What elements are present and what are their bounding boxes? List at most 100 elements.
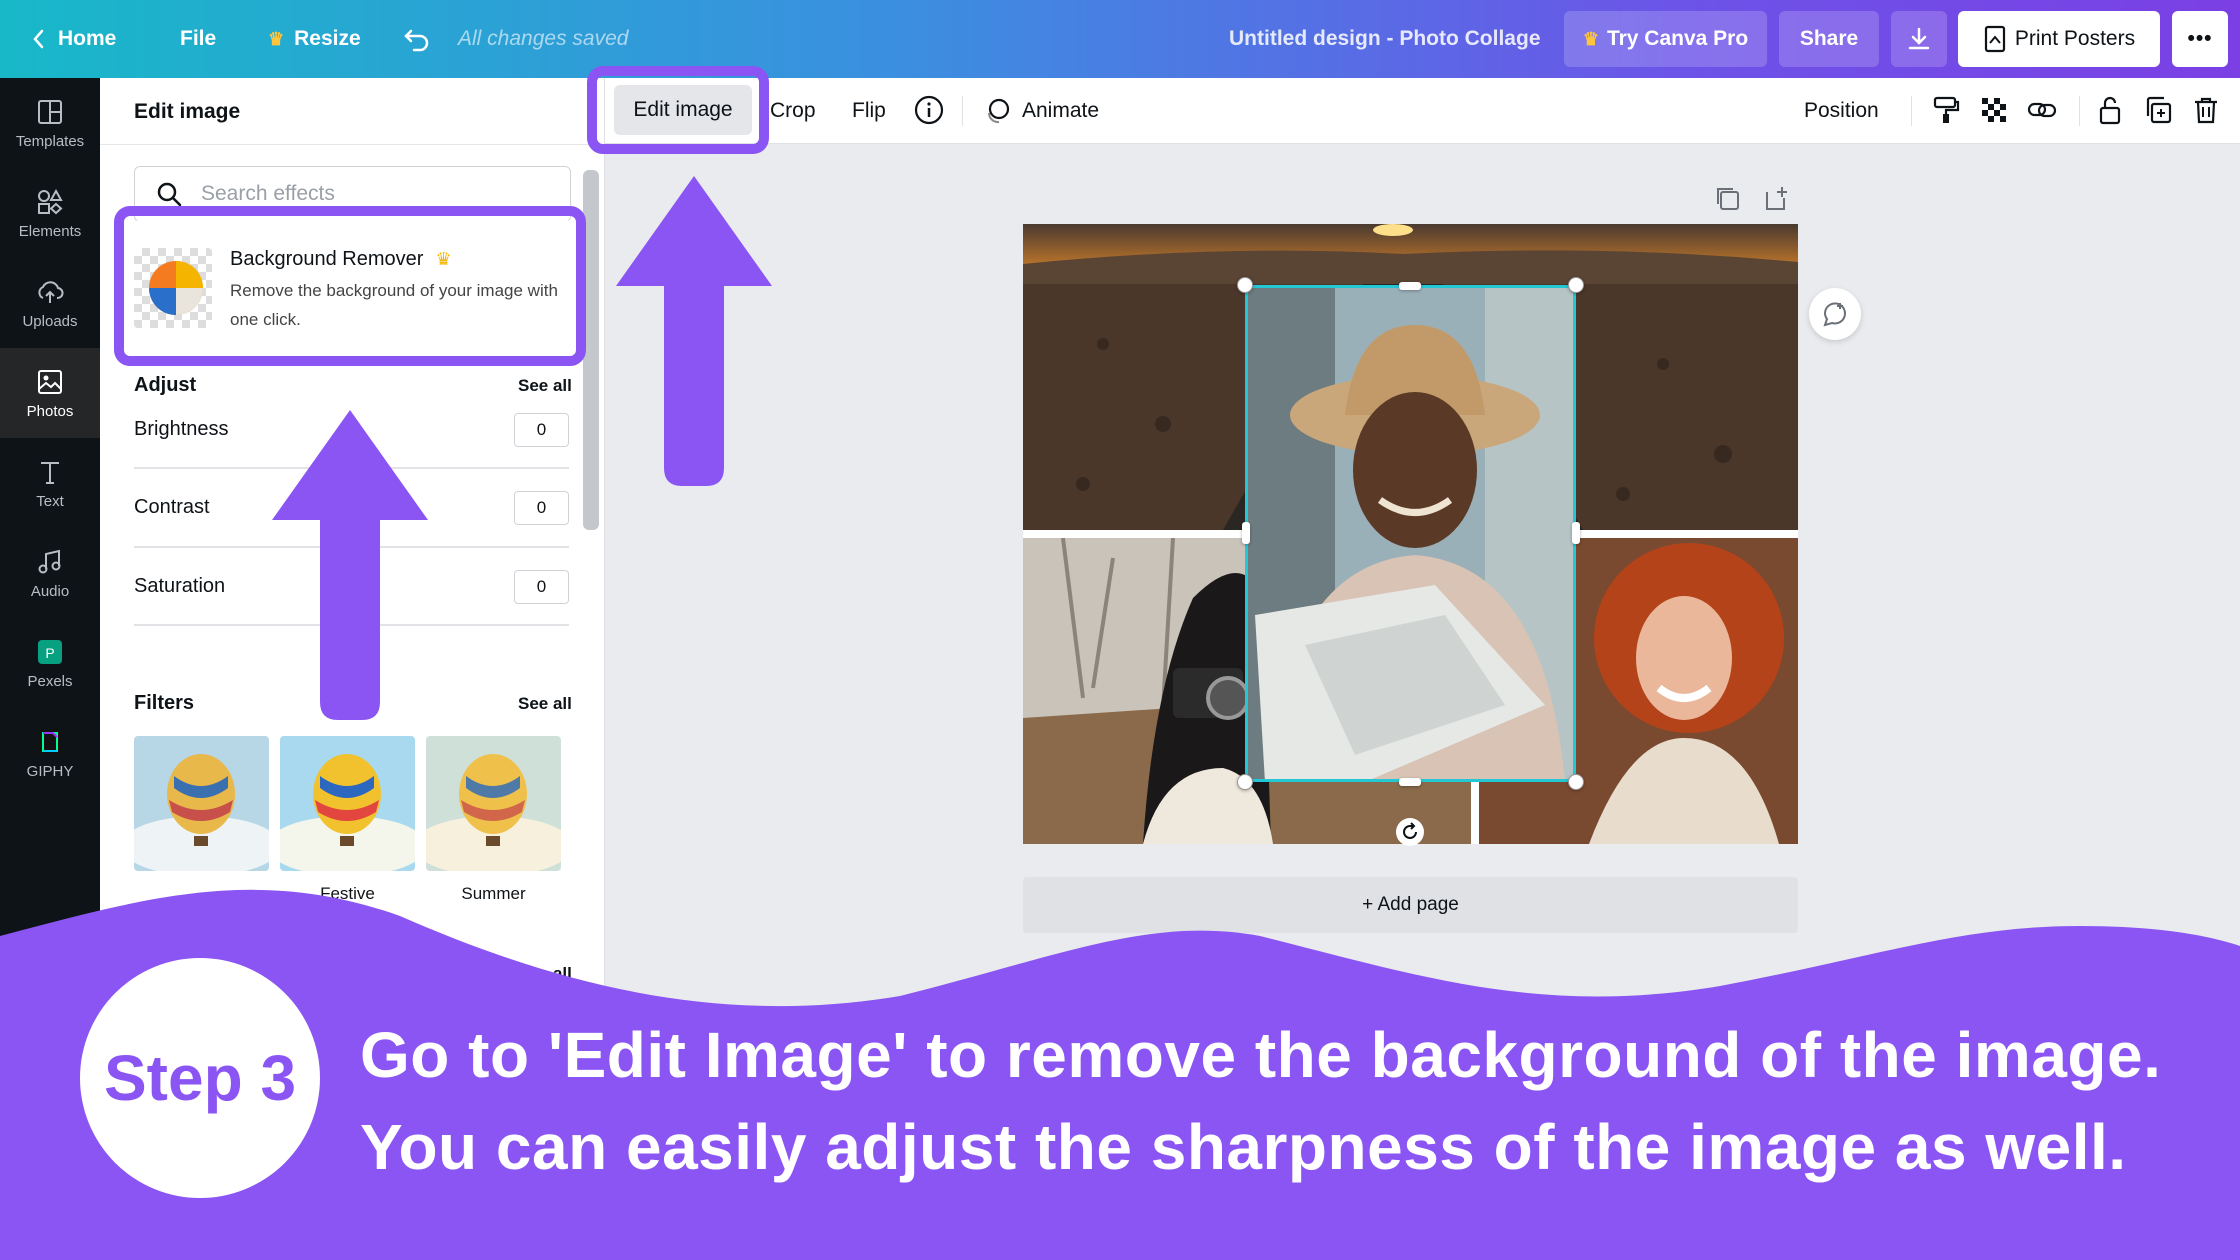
- resize-handle[interactable]: [1237, 774, 1253, 790]
- uploads-icon: [38, 280, 64, 303]
- print-posters-button[interactable]: Print Posters: [1958, 11, 2160, 67]
- image-selection-box[interactable]: [1245, 285, 1576, 782]
- rail-item-pexels[interactable]: P Pexels: [0, 618, 100, 708]
- resize-handle[interactable]: [1242, 522, 1250, 544]
- brightness-label: Brightness: [134, 418, 229, 440]
- elements-icon: [38, 188, 63, 214]
- trash-icon[interactable]: [2190, 94, 2222, 126]
- animate-button[interactable]: Animate: [982, 78, 1099, 144]
- rail-label: GIPHY: [26, 762, 74, 780]
- audio-icon: [38, 549, 61, 573]
- add-page-icon[interactable]: [1762, 184, 1792, 214]
- step-number-badge: Step 3: [80, 958, 320, 1198]
- rotate-icon: [1403, 822, 1417, 839]
- resize-handle[interactable]: [1399, 778, 1421, 786]
- home-label: Home: [58, 27, 117, 50]
- poster-icon: [1984, 25, 2005, 53]
- rail-item-photos[interactable]: Photos: [0, 348, 100, 438]
- rail-label: Photos: [26, 402, 74, 420]
- rail-item-elements[interactable]: Elements: [0, 168, 100, 258]
- resize-handle[interactable]: [1568, 277, 1584, 293]
- resize-handle[interactable]: [1568, 774, 1584, 790]
- filters-see-all-link[interactable]: See all: [518, 694, 572, 714]
- step-instruction-line-2: You can easily adjust the sharpness of t…: [360, 1111, 2127, 1183]
- saturation-input[interactable]: 0: [514, 570, 569, 604]
- rail-item-giphy[interactable]: GIPHY: [0, 708, 100, 798]
- download-button[interactable]: [1891, 11, 1947, 67]
- download-icon: [1908, 27, 1930, 50]
- step-instruction-line-1: Go to 'Edit Image' to remove the backgro…: [360, 1019, 2162, 1091]
- rail-item-text[interactable]: Text: [0, 438, 100, 528]
- rail-item-uploads[interactable]: Uploads: [0, 258, 100, 348]
- unlock-icon[interactable]: [2094, 94, 2126, 126]
- adjust-see-all-link[interactable]: See all: [518, 376, 572, 396]
- file-label: File: [180, 27, 217, 50]
- pexels-icon: P: [38, 639, 62, 664]
- undo-button[interactable]: [402, 0, 432, 78]
- toolbar-separator: [1911, 96, 1912, 126]
- giphy-icon: [38, 729, 62, 754]
- resize-handle[interactable]: [1399, 282, 1421, 290]
- transparency-icon[interactable]: [1978, 94, 2010, 126]
- rail-item-audio[interactable]: Audio: [0, 528, 100, 618]
- home-button[interactable]: Home: [30, 0, 116, 78]
- animate-icon: [987, 98, 1010, 124]
- comment-icon: [1823, 302, 1846, 327]
- resize-handle[interactable]: [1572, 522, 1580, 544]
- text-icon: [41, 461, 59, 484]
- toolbar-separator: [2079, 96, 2080, 126]
- share-label: Share: [1799, 27, 1859, 50]
- filter-thumbnail[interactable]: [134, 736, 269, 871]
- panel-divider: [100, 144, 605, 145]
- svg-text:P: P: [45, 645, 54, 661]
- rail-label: Pexels: [27, 672, 73, 690]
- rail-label: Templates: [15, 132, 85, 150]
- adjust-title: Adjust: [134, 374, 197, 396]
- highlight-background-remover: [114, 206, 586, 366]
- crop-button[interactable]: Crop: [770, 78, 816, 144]
- crown-icon: ♛: [1582, 28, 1599, 49]
- paint-roller-icon[interactable]: [1930, 94, 1962, 126]
- contrast-input[interactable]: 0: [514, 491, 569, 525]
- crop-label: Crop: [770, 99, 816, 122]
- search-icon: [157, 182, 182, 207]
- resize-label: Resize: [294, 27, 361, 50]
- duplicate-icon[interactable]: [2142, 94, 2174, 126]
- try-pro-label: Try Canva Pro: [1606, 27, 1749, 50]
- design-title[interactable]: Untitled design - Photo Collage: [1229, 0, 1541, 78]
- flip-button[interactable]: Flip: [852, 78, 886, 144]
- animate-label: Animate: [1022, 99, 1100, 122]
- rail-label: Audio: [30, 582, 70, 600]
- duplicate-page-icon[interactable]: [1713, 184, 1743, 214]
- photos-icon: [38, 369, 62, 394]
- search-placeholder: Search effects: [201, 182, 335, 205]
- link-icon[interactable]: [2026, 94, 2058, 126]
- brightness-input[interactable]: 0: [514, 413, 569, 447]
- more-label: •••: [2187, 27, 2213, 50]
- resize-handle[interactable]: [1237, 277, 1253, 293]
- more-options-button[interactable]: •••: [2172, 11, 2228, 67]
- hot-air-balloon-image: [134, 736, 269, 871]
- arrow-up-icon: [616, 176, 772, 486]
- undo-icon: [404, 29, 429, 52]
- rotate-handle[interactable]: [1396, 818, 1424, 846]
- chevron-left-icon: [33, 29, 44, 49]
- file-menu[interactable]: File: [180, 0, 216, 78]
- share-button[interactable]: Share: [1779, 11, 1879, 67]
- info-icon[interactable]: [913, 94, 945, 126]
- hot-air-balloon-image: [280, 736, 415, 871]
- highlight-edit-image: [587, 66, 769, 154]
- resize-button[interactable]: ♛ Resize: [268, 0, 361, 78]
- filters-title: Filters: [134, 692, 195, 714]
- rail-label: Elements: [18, 222, 82, 240]
- toolbar-separator: [962, 96, 963, 126]
- rail-item-templates[interactable]: Templates: [0, 78, 100, 168]
- position-button[interactable]: Position: [1804, 78, 1879, 144]
- arrow-up-icon: [272, 410, 428, 720]
- filter-thumbnail-festive[interactable]: [280, 736, 415, 871]
- filter-thumbnail-summer[interactable]: [426, 736, 561, 871]
- try-pro-button[interactable]: ♛ Try Canva Pro: [1564, 11, 1767, 67]
- add-comment-button[interactable]: [1809, 288, 1861, 340]
- saturation-label: Saturation: [134, 575, 226, 597]
- panel-title: Edit image: [134, 100, 241, 123]
